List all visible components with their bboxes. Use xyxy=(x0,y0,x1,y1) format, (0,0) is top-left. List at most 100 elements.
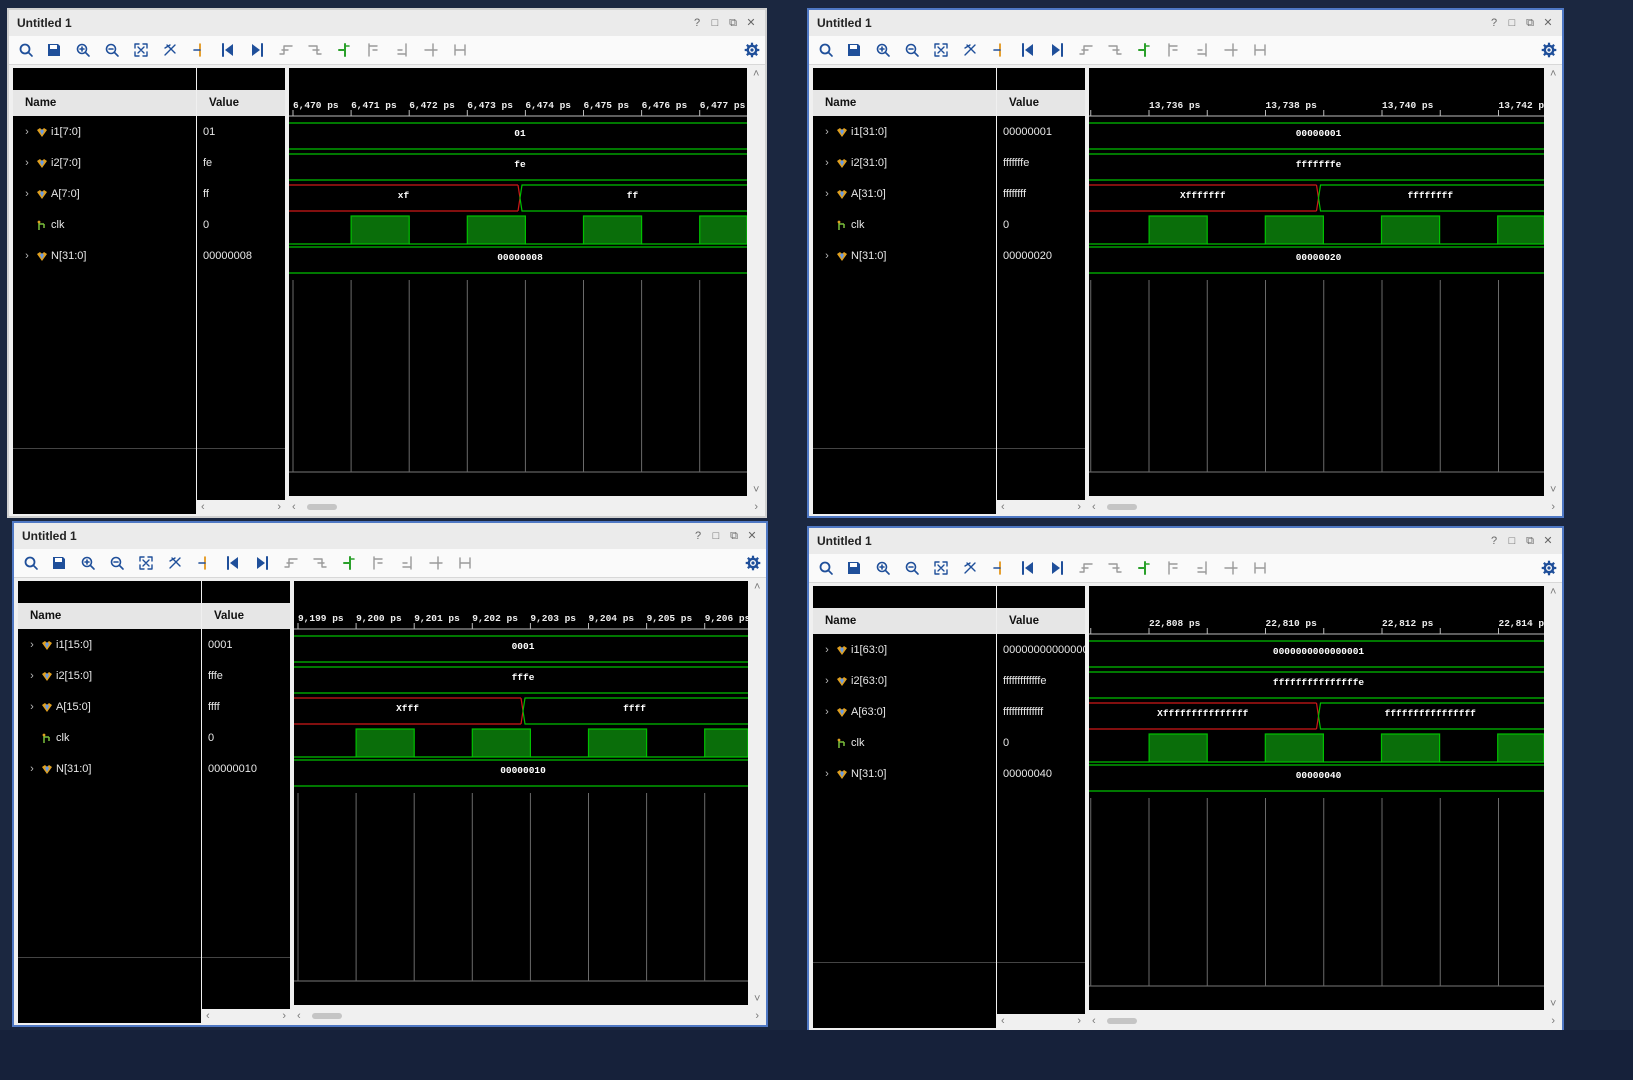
go-to-start-icon[interactable] xyxy=(219,41,237,59)
scroll-right-icon[interactable]: › xyxy=(1551,1014,1555,1028)
signal-row[interactable]: › A[7:0] xyxy=(13,184,196,204)
close-button[interactable]: ✕ xyxy=(1542,535,1554,547)
chevron-right-icon[interactable]: › xyxy=(27,639,37,651)
previous-transition-icon[interactable] xyxy=(282,554,300,572)
go-to-start-icon[interactable] xyxy=(1019,41,1037,59)
chevron-right-icon[interactable]: › xyxy=(822,644,832,656)
swap-cursors-icon[interactable] xyxy=(427,554,445,572)
go-to-start-icon[interactable] xyxy=(224,554,242,572)
marker-add-icon[interactable] xyxy=(195,554,213,572)
waveform-hscrollbar[interactable]: ‹ › xyxy=(294,1009,762,1023)
chevron-right-icon[interactable]: › xyxy=(822,250,832,262)
help-button[interactable]: ? xyxy=(1488,17,1500,29)
value-column-header[interactable]: Value xyxy=(997,90,1085,116)
previous-transition-icon[interactable] xyxy=(1077,559,1095,577)
chevron-right-icon[interactable]: › xyxy=(822,126,832,138)
signal-row[interactable]: ›clk xyxy=(13,215,196,235)
marker-add-icon[interactable] xyxy=(990,559,1008,577)
restore-button[interactable]: □ xyxy=(710,530,722,542)
waveform-panel[interactable]: 13,736 ps 13,738 ps 13,740 ps 13,742 ps 0000… xyxy=(1089,68,1544,496)
chevron-right-icon[interactable]: › xyxy=(22,157,32,169)
scroll-left-icon[interactable]: ‹ xyxy=(297,1009,301,1023)
cursor-snap-icon[interactable] xyxy=(166,554,184,572)
scroll-right-icon[interactable]: › xyxy=(277,500,281,514)
value-column-header[interactable]: Value xyxy=(997,608,1085,634)
signal-row[interactable]: ›clk xyxy=(813,215,996,235)
go-to-end-icon[interactable] xyxy=(248,41,266,59)
scroll-down-icon[interactable]: ˅ xyxy=(1550,484,1556,496)
value-column-header[interactable]: Value xyxy=(202,603,290,629)
float-button[interactable]: ⧉ xyxy=(728,530,740,542)
scroll-down-icon[interactable]: ˅ xyxy=(1550,998,1556,1010)
next-marker-icon[interactable] xyxy=(393,41,411,59)
scroll-left-icon[interactable]: ‹ xyxy=(1092,1014,1096,1028)
scroll-left-icon[interactable]: ‹ xyxy=(1001,500,1005,514)
scroll-up-icon[interactable]: ˄ xyxy=(753,68,759,80)
go-to-end-icon[interactable] xyxy=(1048,41,1066,59)
chevron-right-icon[interactable]: › xyxy=(822,675,832,687)
search-icon[interactable] xyxy=(22,554,40,572)
swap-cursors-icon[interactable] xyxy=(1222,559,1240,577)
restore-button[interactable]: □ xyxy=(1506,535,1518,547)
chevron-right-icon[interactable]: › xyxy=(822,188,832,200)
fit-cursors-icon[interactable] xyxy=(1251,41,1269,59)
next-marker-icon[interactable] xyxy=(1193,41,1211,59)
waveform-vscrollbar[interactable]: ˄ ˅ xyxy=(751,68,765,496)
zoom-fit-icon[interactable] xyxy=(137,554,155,572)
next-transition-icon[interactable] xyxy=(1106,41,1124,59)
signal-row[interactable]: › N[31:0] xyxy=(813,246,996,266)
waveform-vscrollbar[interactable]: ˄ ˅ xyxy=(1548,586,1562,1010)
settings-icon[interactable] xyxy=(743,41,761,59)
chevron-right-icon[interactable]: › xyxy=(822,706,832,718)
chevron-right-icon[interactable]: › xyxy=(22,250,32,262)
close-button[interactable]: ✕ xyxy=(745,17,757,29)
save-icon[interactable] xyxy=(845,41,863,59)
chevron-right-icon[interactable]: › xyxy=(27,670,37,682)
close-button[interactable]: ✕ xyxy=(1542,17,1554,29)
cursor-snap-icon[interactable] xyxy=(161,41,179,59)
zoom-in-icon[interactable] xyxy=(874,41,892,59)
fit-cursors-icon[interactable] xyxy=(1251,559,1269,577)
float-button[interactable]: ⧉ xyxy=(1524,535,1536,547)
marker-add-icon[interactable] xyxy=(990,41,1008,59)
help-button[interactable]: ? xyxy=(691,17,703,29)
previous-transition-icon[interactable] xyxy=(277,41,295,59)
zoom-fit-icon[interactable] xyxy=(932,41,950,59)
chevron-right-icon[interactable]: › xyxy=(822,157,832,169)
search-icon[interactable] xyxy=(817,559,835,577)
signal-row[interactable]: › i1[31:0] xyxy=(813,122,996,142)
signal-row[interactable]: › i1[63:0] xyxy=(813,640,996,660)
marker-add-icon[interactable] xyxy=(190,41,208,59)
signal-row[interactable]: › N[31:0] xyxy=(813,764,996,784)
scroll-down-icon[interactable]: ˅ xyxy=(753,484,759,496)
scroll-up-icon[interactable]: ˄ xyxy=(1550,586,1556,598)
restore-button[interactable]: □ xyxy=(709,17,721,29)
zoom-fit-icon[interactable] xyxy=(132,41,150,59)
scroll-up-icon[interactable]: ˄ xyxy=(1550,68,1556,80)
previous-marker-icon[interactable] xyxy=(364,41,382,59)
float-button[interactable]: ⧉ xyxy=(1524,17,1536,29)
value-hscrollbar[interactable]: ‹ › xyxy=(997,500,1085,514)
next-transition-icon[interactable] xyxy=(311,554,329,572)
add-marker-icon[interactable] xyxy=(340,554,358,572)
zoom-out-icon[interactable] xyxy=(903,41,921,59)
cursor-snap-icon[interactable] xyxy=(961,41,979,59)
restore-button[interactable]: □ xyxy=(1506,17,1518,29)
value-hscrollbar[interactable]: ‹ › xyxy=(997,1014,1085,1028)
save-icon[interactable] xyxy=(45,41,63,59)
help-button[interactable]: ? xyxy=(692,530,704,542)
signal-row[interactable]: › i1[15:0] xyxy=(18,635,201,655)
add-marker-icon[interactable] xyxy=(1135,559,1153,577)
signal-row[interactable]: ›clk xyxy=(18,728,201,748)
signal-row[interactable]: › N[31:0] xyxy=(18,759,201,779)
scroll-thumb[interactable] xyxy=(1107,504,1137,510)
scroll-down-icon[interactable]: ˅ xyxy=(754,993,760,1005)
waveform-vscrollbar[interactable]: ˄ ˅ xyxy=(752,581,766,1005)
go-to-end-icon[interactable] xyxy=(253,554,271,572)
value-hscrollbar[interactable]: ‹ › xyxy=(202,1009,290,1023)
search-icon[interactable] xyxy=(17,41,35,59)
signal-row[interactable]: › i2[31:0] xyxy=(813,153,996,173)
scroll-left-icon[interactable]: ‹ xyxy=(1092,500,1096,514)
scroll-left-icon[interactable]: ‹ xyxy=(201,500,205,514)
settings-icon[interactable] xyxy=(1540,559,1558,577)
